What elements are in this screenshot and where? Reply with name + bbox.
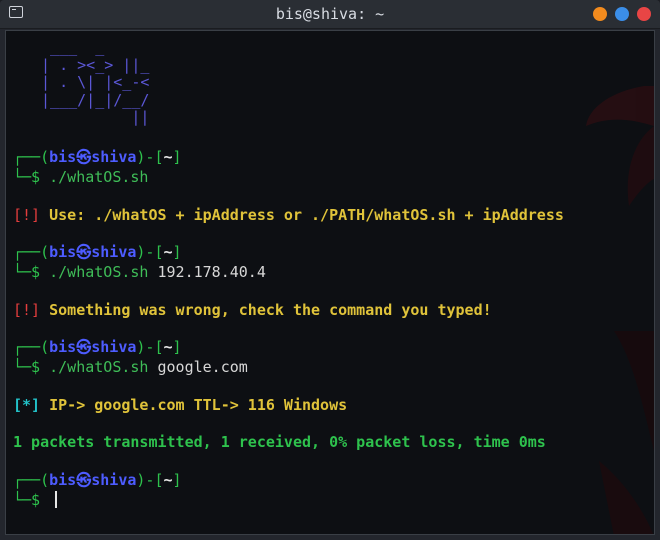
minimize-button[interactable] xyxy=(593,7,607,21)
result-tag: [*] xyxy=(13,396,41,414)
terminal-window: bis@shiva: ~ ___ _ | . ><_> ||_ | . \| |… xyxy=(0,0,660,540)
prompt-path: ~ xyxy=(163,243,173,261)
prompt-corner: ┌──( xyxy=(13,338,50,356)
prompt-user: bis xyxy=(49,243,77,261)
prompt-user: bis xyxy=(49,148,77,166)
error-text: Something was wrong, check the command y… xyxy=(49,301,492,319)
usage-message: [!] Use: ./whatOS + ipAddress or ./PATH/… xyxy=(13,206,564,225)
prompt-host: shiva xyxy=(91,338,137,356)
prompt-bracket: )-[ xyxy=(136,148,164,166)
command-argument: 192.178.40.4 xyxy=(157,263,266,281)
skull-icon: ㉿ xyxy=(76,338,92,356)
prompt-user: bis xyxy=(49,471,77,489)
prompt-line: ┌──(bis㉿shiva)-[~] xyxy=(13,471,182,490)
prompt-bracket: )-[ xyxy=(136,338,164,356)
command-text: ./whatOS.sh xyxy=(49,358,149,376)
command-line: └─$ ./whatOS.sh google.com xyxy=(13,358,248,377)
window-title: bis@shiva: ~ xyxy=(275,5,385,23)
command-argument: google.com xyxy=(157,358,248,376)
prompt-line: ┌──(bis㉿shiva)-[~] xyxy=(13,338,182,357)
prompt-path: ~ xyxy=(163,148,173,166)
prompt-bracket: )-[ xyxy=(136,471,164,489)
warning-tag: [!] xyxy=(13,301,41,319)
prompt-dollar: └─$ xyxy=(13,263,50,281)
terminal-output[interactable]: ___ _ | . ><_> ||_ | . \| |<_-< |___/|_|… xyxy=(5,30,655,535)
prompt-dollar: └─$ xyxy=(13,491,50,509)
prompt-line: ┌──(bis㉿shiva)-[~] xyxy=(13,148,182,167)
ascii-art-logo: ___ _ | . ><_> ||_ | . \| |<_-< |___/|_|… xyxy=(41,38,150,126)
prompt-host: shiva xyxy=(91,243,137,261)
skull-icon: ㉿ xyxy=(76,471,92,489)
command-line: └─$ ./whatOS.sh xyxy=(13,168,148,187)
prompt-bracket-close: ] xyxy=(172,471,182,489)
close-button[interactable] xyxy=(637,7,651,21)
result-message: [*] IP-> google.com TTL-> 116 Windows xyxy=(13,396,347,415)
prompt-bracket-close: ] xyxy=(172,338,182,356)
prompt-dollar: └─$ xyxy=(13,358,50,376)
result-text: IP-> google.com TTL-> 116 Windows xyxy=(49,396,348,414)
prompt-user: bis xyxy=(49,338,77,356)
prompt-corner: ┌──( xyxy=(13,243,50,261)
command-line: └─$ ./whatOS.sh 192.178.40.4 xyxy=(13,263,266,282)
skull-icon: ㉿ xyxy=(76,148,92,166)
prompt-line: ┌──(bis㉿shiva)-[~] xyxy=(13,243,182,262)
prompt-bracket-close: ] xyxy=(172,148,182,166)
command-text: ./whatOS.sh xyxy=(49,168,149,186)
prompt-dollar: └─$ xyxy=(13,168,50,186)
ping-summary: 1 packets transmitted, 1 received, 0% pa… xyxy=(13,433,546,451)
prompt-path: ~ xyxy=(163,471,173,489)
error-message: [!] Something was wrong, check the comma… xyxy=(13,301,492,320)
warning-tag: [!] xyxy=(13,206,41,224)
command-text: ./whatOS.sh xyxy=(49,263,149,281)
active-command-line[interactable]: └─$ xyxy=(13,491,58,510)
skull-icon: ㉿ xyxy=(76,243,92,261)
usage-text: Use: ./whatOS + ipAddress or ./PATH/what… xyxy=(49,206,564,224)
prompt-host: shiva xyxy=(91,471,137,489)
prompt-corner: ┌──( xyxy=(13,471,50,489)
prompt-bracket-close: ] xyxy=(172,243,182,261)
prompt-corner: ┌──( xyxy=(13,148,50,166)
maximize-button[interactable] xyxy=(615,7,629,21)
title-bar[interactable]: bis@shiva: ~ xyxy=(0,0,660,29)
prompt-bracket: )-[ xyxy=(136,243,164,261)
prompt-path: ~ xyxy=(163,338,173,356)
prompt-host: shiva xyxy=(91,148,137,166)
text-cursor xyxy=(55,491,58,508)
kali-dragon-background xyxy=(586,86,654,534)
